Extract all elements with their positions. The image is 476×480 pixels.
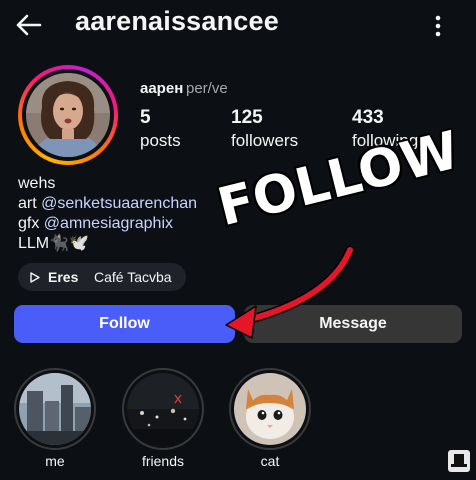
avatar-photo: [26, 73, 110, 157]
profile-username: aarenaissancee: [75, 6, 279, 36]
highlight-friends[interactable]: friends: [122, 368, 204, 469]
followers-label: followers: [231, 131, 299, 150]
watermark-hat-icon: [448, 450, 470, 472]
highlight-cat-image: [234, 373, 306, 445]
bio-gfx-prefix: gfx: [18, 215, 44, 232]
highlight-friends-image: [127, 373, 199, 445]
display-name: аарен: [140, 80, 184, 97]
following-count: 433: [352, 107, 384, 128]
bio-line-1: wehs: [18, 175, 56, 192]
avatar[interactable]: [18, 65, 118, 165]
mention-link-art[interactable]: @senketsuaarenchan: [41, 195, 197, 212]
posts-count: 5: [140, 107, 151, 128]
mention-link-gfx[interactable]: @amnesiagraphix: [44, 215, 173, 232]
highlight-friends-label: friends: [141, 453, 185, 469]
back-arrow-icon[interactable]: [14, 10, 44, 40]
play-icon: [30, 272, 40, 283]
bio-line-3: gfx @amnesiagraphix: [18, 214, 173, 234]
music-pill[interactable]: Eres Café Tacvba: [18, 263, 186, 291]
profile-page: aarenaissancee аарен per/ve 5 posts 125 …: [0, 0, 476, 480]
message-button[interactable]: Message: [244, 305, 462, 343]
highlight-cat-label: cat: [260, 453, 280, 469]
pronouns: per/ve: [186, 80, 228, 97]
highlight-me[interactable]: me: [14, 368, 96, 469]
bio-art-prefix: art: [18, 195, 42, 212]
music-song: Café Tacvba: [94, 269, 172, 285]
stat-followers[interactable]: 125 followers: [231, 106, 298, 152]
highlight-me-label: me: [45, 453, 65, 469]
highlight-cat[interactable]: cat: [229, 368, 311, 469]
bio-line-4: LLM🐈‍⬛🕊️: [18, 235, 89, 252]
bio-line-2: art @senketsuaarenchan: [18, 194, 197, 214]
followers-count: 125: [231, 107, 263, 128]
posts-label: posts: [140, 131, 181, 150]
more-options-icon[interactable]: [430, 12, 446, 40]
stat-posts[interactable]: 5 posts: [140, 106, 181, 152]
follow-button[interactable]: Follow: [14, 305, 235, 343]
highlight-me-image: [19, 373, 91, 445]
music-artist: Eres: [48, 269, 79, 285]
